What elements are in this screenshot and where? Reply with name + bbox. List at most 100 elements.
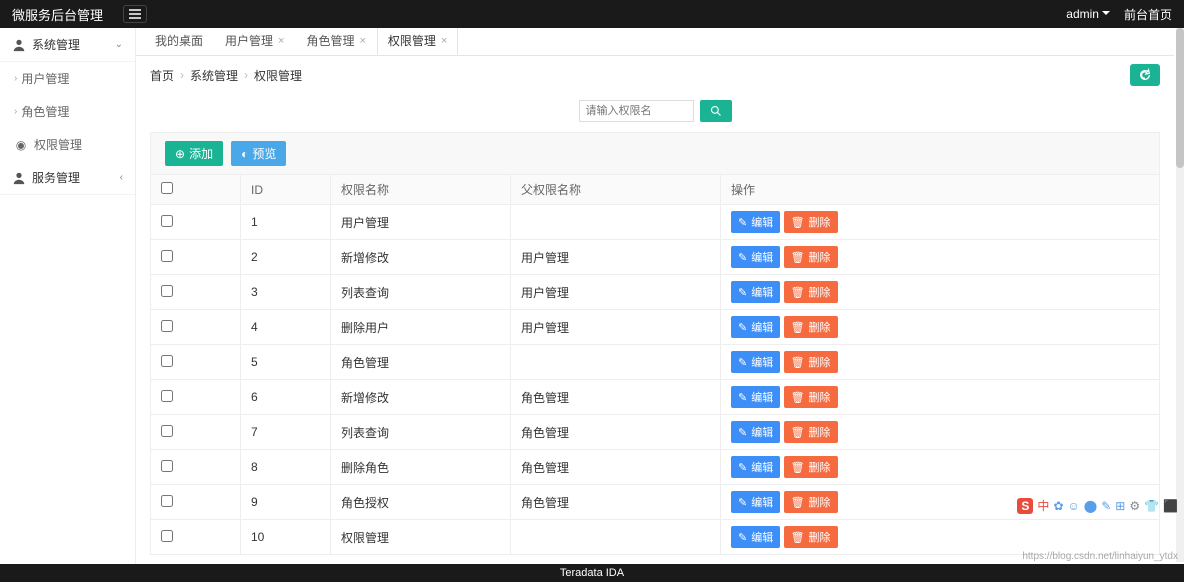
- ext-icon[interactable]: ⬛: [1163, 499, 1178, 513]
- cell-name: 删除用户: [331, 310, 511, 345]
- cell-parent: 角色管理: [511, 415, 721, 450]
- row-checkbox[interactable]: [161, 495, 173, 507]
- frontpage-link[interactable]: 前台首页: [1124, 6, 1172, 23]
- table-row: 9 角色授权 角色管理 ✎ 编辑 🗑 删除: [151, 485, 1160, 520]
- pencil-icon: ✎: [738, 321, 747, 334]
- edit-button[interactable]: ✎ 编辑: [731, 421, 780, 443]
- cell-id: 3: [241, 275, 331, 310]
- footer: Teradata IDA: [0, 564, 1184, 582]
- sidebar-item-roles[interactable]: ›角色管理: [0, 95, 135, 128]
- preview-icon: ◐: [241, 147, 248, 161]
- tab-角色管理[interactable]: 角色管理×: [295, 28, 376, 55]
- scrollbar[interactable]: [1176, 28, 1184, 562]
- ext-icon[interactable]: ✿: [1053, 499, 1063, 513]
- cell-parent: [511, 205, 721, 240]
- ext-icon[interactable]: ☺: [1068, 499, 1080, 513]
- delete-button[interactable]: 🗑 删除: [784, 526, 838, 548]
- row-checkbox[interactable]: [161, 425, 173, 437]
- cell-parent: 角色管理: [511, 380, 721, 415]
- edit-button[interactable]: ✎ 编辑: [731, 491, 780, 513]
- search-button[interactable]: [700, 100, 732, 122]
- globe-icon: ◉: [14, 138, 28, 152]
- sidebar-item-perms[interactable]: ◉权限管理: [0, 128, 135, 161]
- trash-icon: 🗑: [791, 251, 805, 264]
- user-menu[interactable]: admin: [1066, 7, 1110, 21]
- cell-name: 新增修改: [331, 240, 511, 275]
- close-icon[interactable]: ×: [278, 35, 284, 47]
- delete-button[interactable]: 🗑 删除: [784, 491, 838, 513]
- pencil-icon: ✎: [738, 216, 747, 229]
- trash-icon: 🗑: [791, 216, 805, 229]
- edit-button[interactable]: ✎ 编辑: [731, 351, 780, 373]
- cell-id: 6: [241, 380, 331, 415]
- sidebar-item-services[interactable]: 服务管理 ‹: [0, 161, 135, 195]
- pencil-icon: ✎: [738, 426, 747, 439]
- ext-icon[interactable]: ⚙: [1129, 499, 1140, 513]
- row-checkbox[interactable]: [161, 355, 173, 367]
- close-icon[interactable]: ×: [359, 35, 365, 47]
- cell-name: 列表查询: [331, 275, 511, 310]
- cell-id: 8: [241, 450, 331, 485]
- tab-用户管理[interactable]: 用户管理×: [214, 28, 295, 55]
- row-checkbox[interactable]: [161, 215, 173, 227]
- edit-button[interactable]: ✎ 编辑: [731, 316, 780, 338]
- add-button[interactable]: ⊕添加: [165, 141, 223, 166]
- pencil-icon: ✎: [738, 531, 747, 544]
- edit-button[interactable]: ✎ 编辑: [731, 211, 780, 233]
- trash-icon: 🗑: [791, 426, 805, 439]
- tab-我的桌面[interactable]: 我的桌面: [144, 28, 214, 55]
- ext-icon[interactable]: ⊞: [1115, 499, 1125, 513]
- delete-button[interactable]: 🗑 删除: [784, 316, 838, 338]
- tab-权限管理[interactable]: 权限管理×: [377, 28, 458, 55]
- crumb-home[interactable]: 首页: [150, 67, 174, 84]
- row-checkbox[interactable]: [161, 460, 173, 472]
- row-checkbox[interactable]: [161, 390, 173, 402]
- sogou-icon[interactable]: S: [1017, 498, 1033, 514]
- delete-button[interactable]: 🗑 删除: [784, 456, 838, 478]
- hamburger-icon[interactable]: [123, 5, 147, 23]
- col-name: 权限名称: [331, 175, 511, 205]
- main: 我的桌面用户管理×角色管理×权限管理× 首页 › 系统管理 › 权限管理 ⊕添加…: [136, 28, 1174, 562]
- row-checkbox[interactable]: [161, 530, 173, 542]
- topbar: 微服务后台管理 admin 前台首页: [0, 0, 1184, 28]
- delete-button[interactable]: 🗑 删除: [784, 421, 838, 443]
- col-op: 操作: [721, 175, 1160, 205]
- select-all-checkbox[interactable]: [161, 182, 173, 194]
- cell-name: 列表查询: [331, 415, 511, 450]
- preview-button[interactable]: ◐预览: [231, 141, 286, 166]
- sidebar-item-system[interactable]: 系统管理 ⌄: [0, 28, 135, 62]
- close-icon[interactable]: ×: [441, 35, 447, 47]
- cell-parent: 用户管理: [511, 240, 721, 275]
- trash-icon: 🗑: [791, 461, 805, 474]
- delete-button[interactable]: 🗑 删除: [784, 386, 838, 408]
- edit-button[interactable]: ✎ 编辑: [731, 456, 780, 478]
- search-input[interactable]: [579, 100, 694, 122]
- sidebar-item-users[interactable]: ›用户管理: [0, 62, 135, 95]
- delete-button[interactable]: 🗑 删除: [784, 246, 838, 268]
- edit-button[interactable]: ✎ 编辑: [731, 386, 780, 408]
- edit-button[interactable]: ✎ 编辑: [731, 526, 780, 548]
- row-checkbox[interactable]: [161, 285, 173, 297]
- pencil-icon: ✎: [738, 286, 747, 299]
- refresh-button[interactable]: [1130, 64, 1160, 86]
- cell-name: 权限管理: [331, 520, 511, 555]
- edit-button[interactable]: ✎ 编辑: [731, 281, 780, 303]
- breadcrumb: 首页 › 系统管理 › 权限管理: [136, 56, 1174, 94]
- trash-icon: 🗑: [791, 391, 805, 404]
- chevron-down-icon: ⌄: [115, 39, 123, 50]
- cell-parent: [511, 345, 721, 380]
- delete-button[interactable]: 🗑 删除: [784, 281, 838, 303]
- searchbar: [136, 94, 1174, 132]
- ext-icon[interactable]: ⬤: [1084, 499, 1097, 513]
- row-checkbox[interactable]: [161, 250, 173, 262]
- crumb-1[interactable]: 系统管理: [190, 67, 238, 84]
- delete-button[interactable]: 🗑 删除: [784, 351, 838, 373]
- delete-button[interactable]: 🗑 删除: [784, 211, 838, 233]
- ext-icon[interactable]: ✎: [1101, 499, 1111, 513]
- cell-parent: 角色管理: [511, 485, 721, 520]
- pencil-icon: ✎: [738, 356, 747, 369]
- ext-icon[interactable]: 👕: [1144, 499, 1159, 513]
- edit-button[interactable]: ✎ 编辑: [731, 246, 780, 268]
- row-checkbox[interactable]: [161, 320, 173, 332]
- trash-icon: 🗑: [791, 286, 805, 299]
